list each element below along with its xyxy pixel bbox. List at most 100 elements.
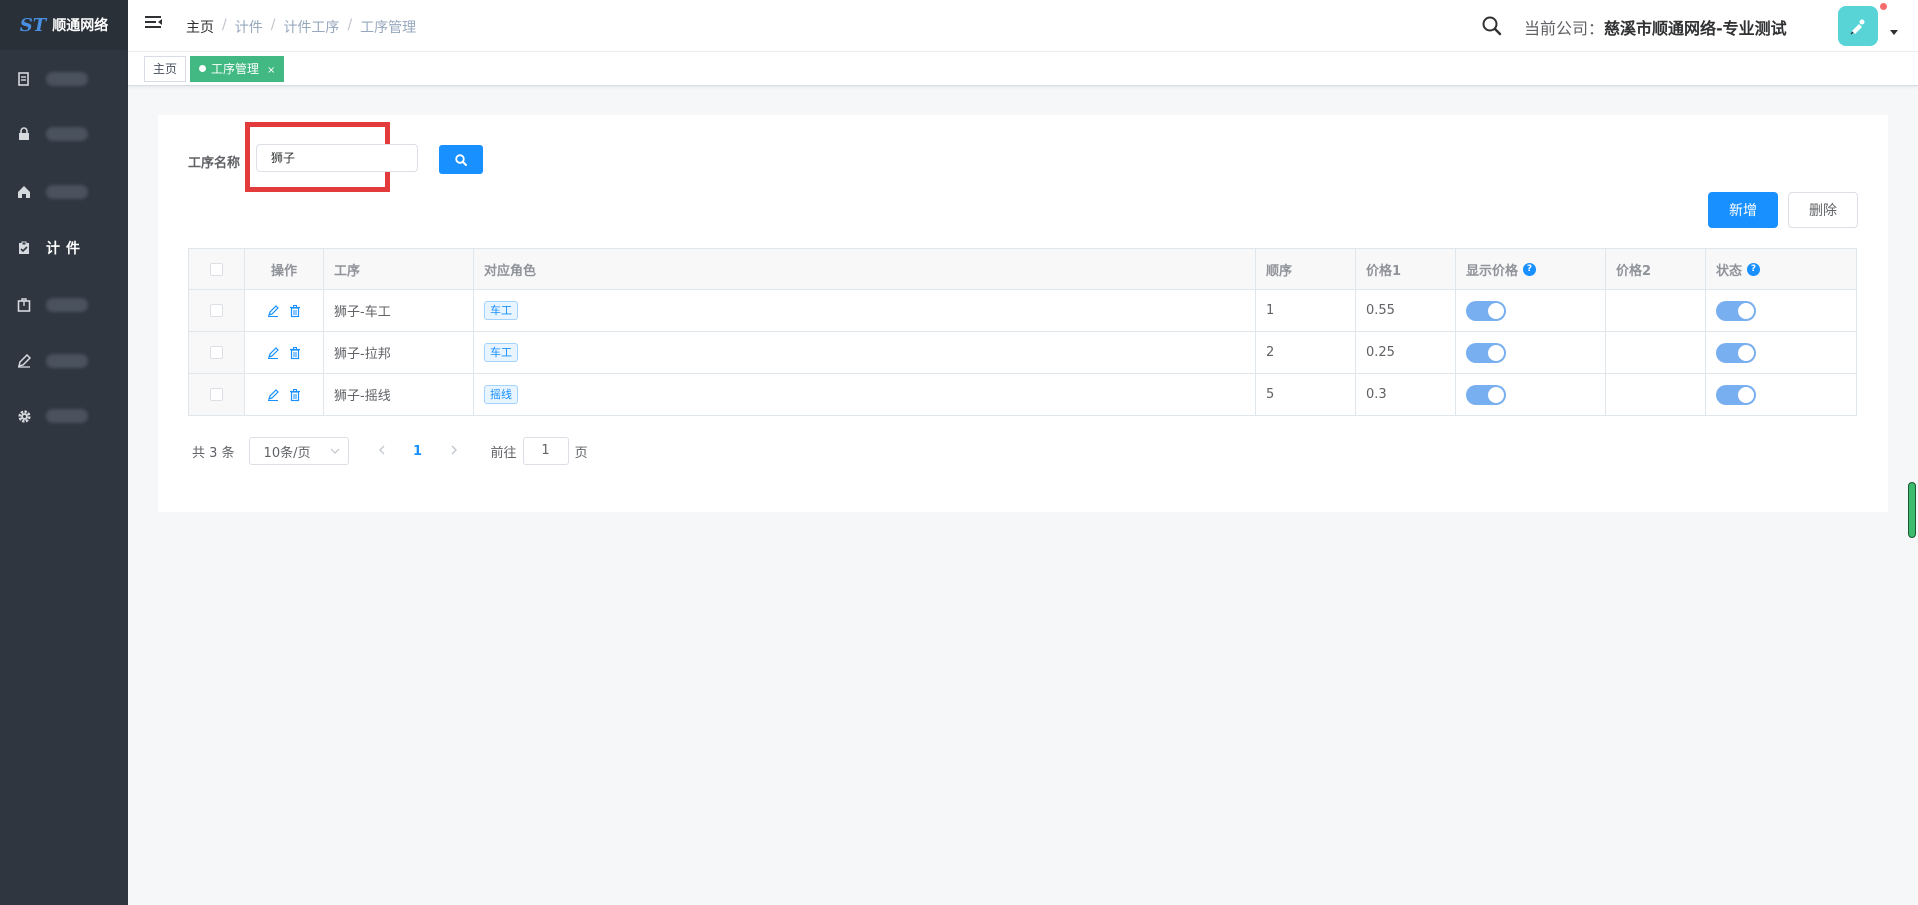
sidebar-item-3[interactable] bbox=[0, 172, 128, 212]
breadcrumb-item: 计件 bbox=[234, 20, 263, 36]
header-search-icon[interactable] bbox=[1481, 15, 1503, 37]
next-page-button[interactable] bbox=[439, 443, 469, 459]
company-name: 慈溪市顺通网络-专业测试 bbox=[1604, 19, 1787, 38]
home-icon bbox=[16, 184, 32, 200]
prev-page-button[interactable] bbox=[367, 443, 397, 459]
avatar[interactable] bbox=[1838, 6, 1878, 46]
logo-name: 顺通网络 bbox=[52, 18, 109, 34]
cell-order: 5 bbox=[1256, 374, 1356, 416]
status-toggle[interactable] bbox=[1716, 384, 1756, 405]
edit-icon[interactable] bbox=[266, 346, 280, 360]
tag-home[interactable]: 主页 bbox=[144, 56, 187, 82]
logo-mark: ST bbox=[19, 14, 47, 36]
col-header-price1: 价格1 bbox=[1356, 249, 1456, 290]
logo[interactable]: ST 顺通网络 bbox=[0, 0, 128, 50]
row-checkbox[interactable] bbox=[210, 346, 223, 359]
sidebar-item-5[interactable] bbox=[0, 285, 128, 325]
row-select-cell bbox=[189, 374, 245, 416]
delete-icon[interactable] bbox=[288, 388, 302, 402]
cell-price2 bbox=[1606, 332, 1706, 374]
select-all-checkbox[interactable] bbox=[210, 262, 223, 276]
goto-suffix: 页 bbox=[574, 445, 588, 461]
select-all-cell bbox=[189, 249, 245, 290]
add-button[interactable]: 新增 bbox=[1708, 192, 1778, 228]
edit-icon[interactable] bbox=[266, 304, 280, 318]
cell-process-name: 狮子-拉邦 bbox=[324, 332, 474, 374]
total-count: 共 3 条 bbox=[192, 445, 235, 461]
table-row: 狮子-拉邦 车工 2 0.25 bbox=[189, 332, 1857, 374]
lock-icon bbox=[16, 126, 32, 142]
goto-prefix: 前往 bbox=[490, 445, 517, 461]
sidebar-item-label: 计件 bbox=[46, 241, 86, 257]
sidebar-item-label-blurred bbox=[46, 354, 88, 368]
active-dot bbox=[199, 65, 206, 72]
cell-process-name: 狮子-摇线 bbox=[324, 374, 474, 416]
breadcrumb-separator: / bbox=[270, 17, 276, 33]
show-price-toggle[interactable] bbox=[1466, 342, 1506, 363]
sidebar-item-1[interactable] bbox=[0, 59, 128, 99]
cell-show-price bbox=[1456, 332, 1606, 374]
sidebar-item-jijian[interactable]: 计件 bbox=[0, 228, 128, 268]
sidebar-item-7[interactable] bbox=[0, 396, 128, 436]
close-icon[interactable]: × bbox=[267, 65, 275, 76]
show-price-toggle[interactable] bbox=[1466, 384, 1506, 405]
notification-dot bbox=[1880, 3, 1887, 10]
page-size-value: 10条/页 bbox=[263, 445, 311, 461]
edit-icon[interactable] bbox=[266, 388, 280, 402]
search-icon bbox=[455, 153, 467, 166]
row-actions bbox=[245, 374, 324, 416]
cell-process-name: 狮子-车工 bbox=[324, 290, 474, 332]
show-price-toggle[interactable] bbox=[1466, 300, 1506, 321]
sidebar: ST 顺通网络 计件 bbox=[0, 0, 128, 905]
cell-price2 bbox=[1606, 374, 1706, 416]
tag-process-management[interactable]: 工序管理 × bbox=[190, 56, 285, 82]
delete-icon[interactable] bbox=[288, 346, 302, 360]
row-select-cell bbox=[189, 332, 245, 374]
row-select-cell bbox=[189, 290, 245, 332]
help-icon[interactable]: ? bbox=[1523, 262, 1537, 276]
row-checkbox[interactable] bbox=[210, 388, 223, 401]
sidebar-item-label-blurred bbox=[46, 298, 88, 312]
sidebar-item-6[interactable] bbox=[0, 341, 128, 381]
page-size-select[interactable]: 10条/页 bbox=[248, 437, 349, 465]
sidebar-item-label-blurred bbox=[46, 127, 88, 141]
breadcrumb-home[interactable]: 主页 bbox=[186, 17, 214, 37]
page-number-current[interactable]: 1 bbox=[403, 444, 433, 459]
content-card: 工序名称 狮子 新增 删除 操作 工序 对应角色 顺序 价格1 显示价格? 价格… bbox=[158, 115, 1888, 512]
tags-view: 主页 工序管理 × bbox=[128, 52, 1918, 86]
chevron-down-icon[interactable] bbox=[1890, 30, 1898, 35]
help-icon[interactable]: ? bbox=[1747, 262, 1761, 276]
cell-status bbox=[1706, 290, 1857, 332]
chevron-left-icon bbox=[378, 445, 385, 455]
status-toggle[interactable] bbox=[1716, 300, 1756, 321]
status-toggle[interactable] bbox=[1716, 342, 1756, 363]
company-prefix: 当前公司： bbox=[1524, 19, 1605, 38]
breadcrumb-separator: / bbox=[347, 17, 353, 33]
search-button[interactable] bbox=[439, 145, 483, 174]
breadcrumb-separator: / bbox=[222, 17, 227, 33]
top-header: 主页 / 计件 / 计件工序 / 工序管理 当前公司：慈溪市顺通网络-专业测试 bbox=[128, 0, 1918, 52]
goto-page-input[interactable]: 1 bbox=[522, 437, 569, 465]
cell-price1: 0.55 bbox=[1356, 290, 1456, 332]
menu-toggle-icon[interactable] bbox=[145, 16, 163, 32]
col-header-role: 对应角色 bbox=[474, 249, 1256, 290]
row-checkbox[interactable] bbox=[210, 304, 223, 317]
cell-price1: 0.25 bbox=[1356, 332, 1456, 374]
document-icon bbox=[16, 71, 32, 87]
sidebar-item-label-blurred bbox=[46, 72, 88, 86]
delete-icon[interactable] bbox=[288, 304, 302, 318]
col-header-status: 状态? bbox=[1706, 249, 1857, 290]
col-header-order: 顺序 bbox=[1256, 249, 1356, 290]
sidebar-item-label-blurred bbox=[46, 185, 88, 199]
scrollbar-thumb[interactable] bbox=[1908, 482, 1916, 538]
cell-role: 车工 bbox=[474, 290, 1256, 332]
role-tag: 车工 bbox=[484, 301, 518, 320]
process-name-input[interactable]: 狮子 bbox=[256, 144, 418, 172]
chevron-down-icon bbox=[330, 448, 339, 454]
clipboard-icon bbox=[16, 240, 32, 256]
row-actions bbox=[245, 290, 324, 332]
breadcrumb-item: 计件工序 bbox=[283, 20, 340, 36]
col-header-process: 工序 bbox=[324, 249, 474, 290]
sidebar-item-2[interactable] bbox=[0, 114, 128, 154]
delete-button[interactable]: 删除 bbox=[1788, 192, 1858, 228]
